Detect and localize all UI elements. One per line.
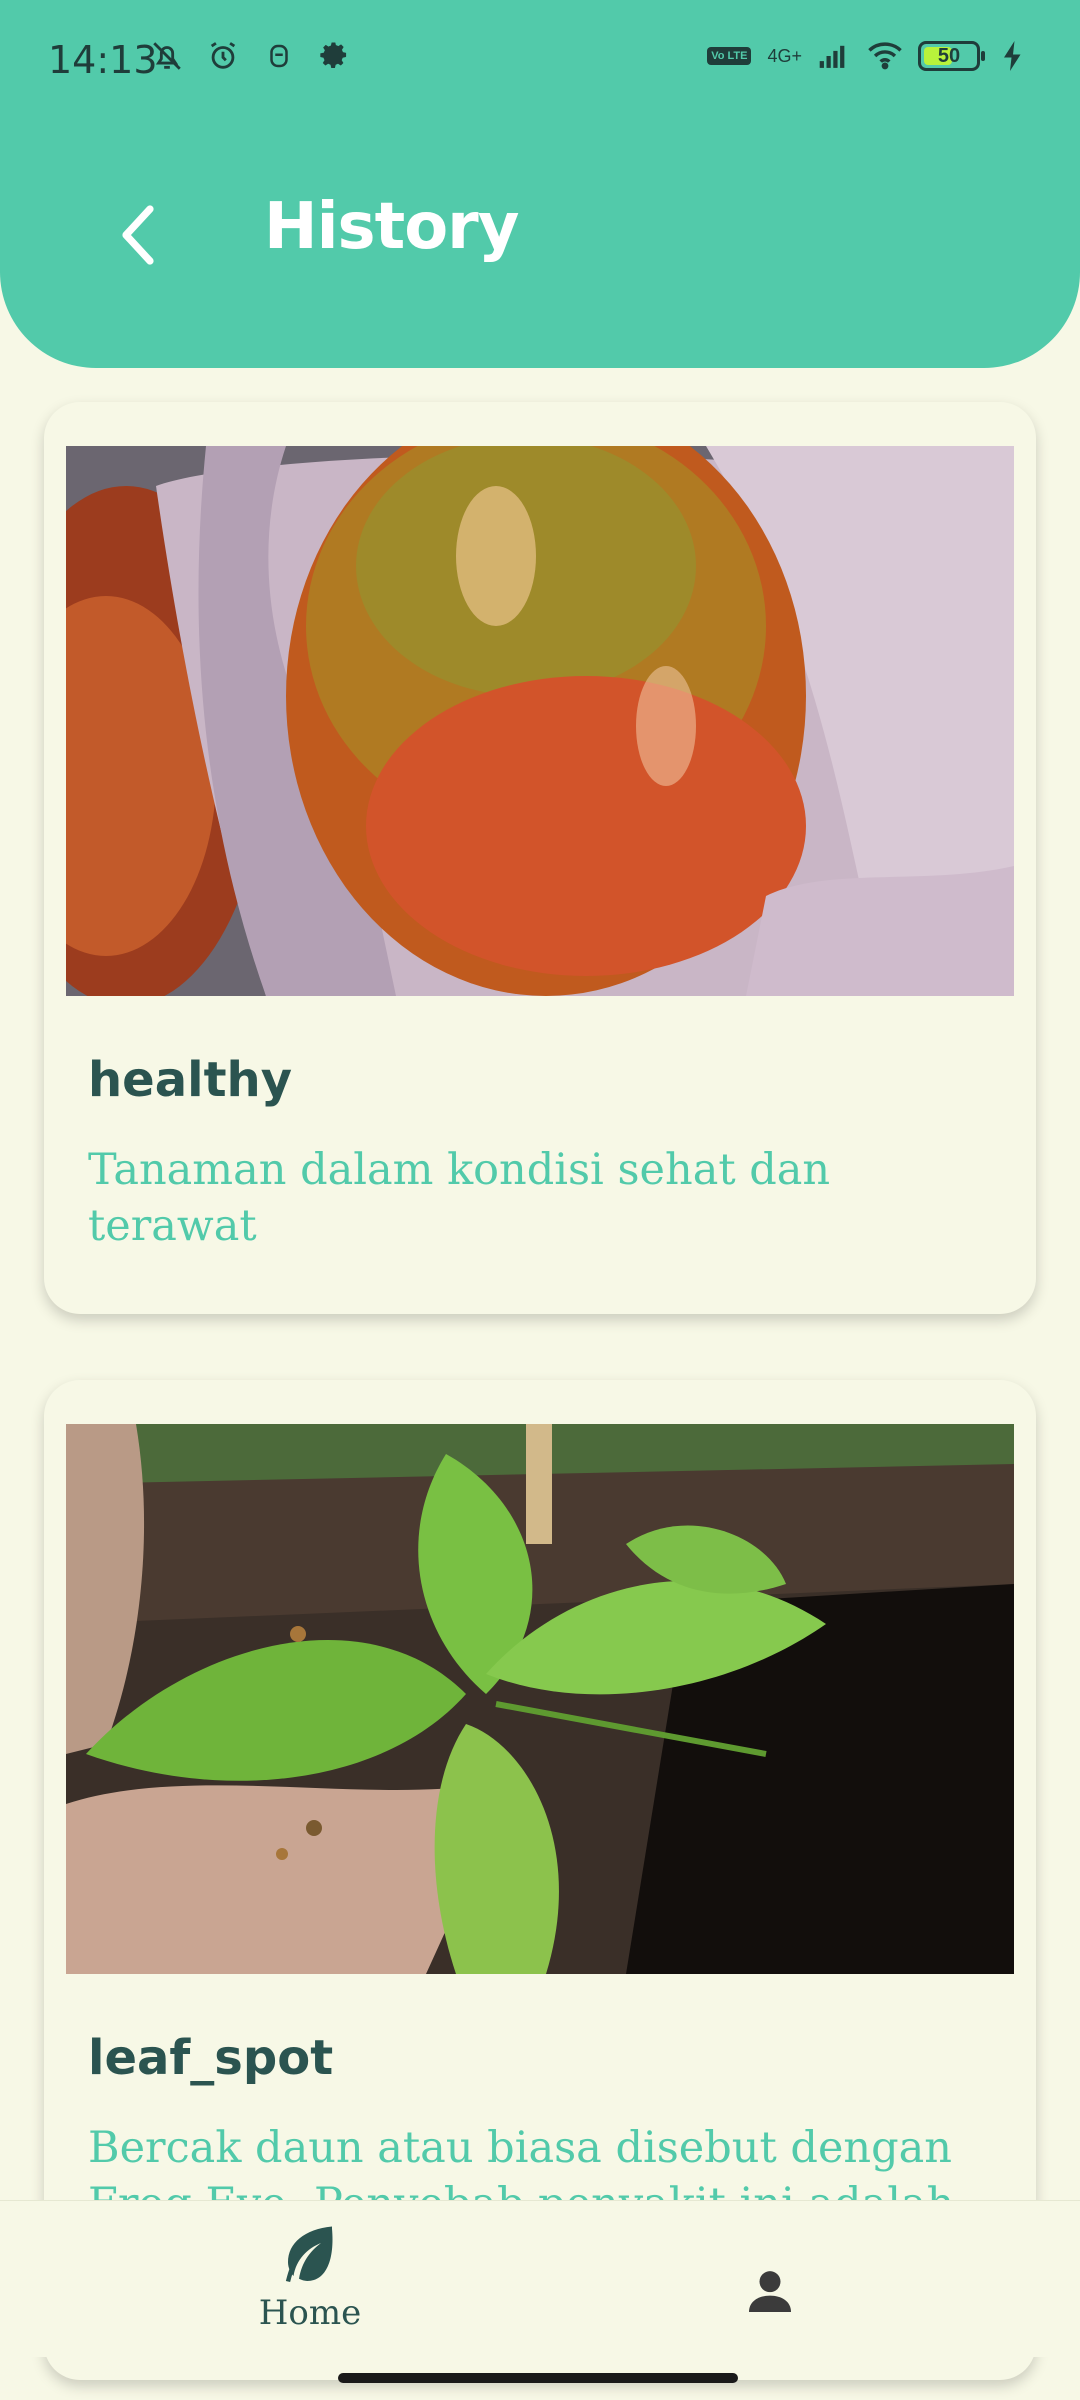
status-time: 14:13 — [48, 38, 158, 82]
back-button[interactable] — [108, 200, 168, 270]
person-icon — [749, 2271, 791, 2312]
history-card[interactable]: healthy Tanaman dalam kondisi sehat dan … — [44, 402, 1036, 1314]
chili-leaf-photo — [66, 1424, 1014, 1974]
battery-icon: 50 — [918, 41, 985, 71]
nav-home-tab[interactable]: Home — [240, 2221, 380, 2351]
history-card-description: Tanaman dalam kondisi sehat dan terawat — [88, 1145, 831, 1251]
status-bar: 14:13 Vo LTE 4G+ 50 — [0, 0, 1080, 120]
app-notification-icon — [262, 38, 296, 74]
status-notification-icons — [150, 38, 352, 74]
history-card-title: leaf_spot — [88, 2030, 334, 2086]
volte-icon: Vo LTE — [707, 47, 752, 65]
bottom-navigation: Home — [0, 2200, 1080, 2357]
network-type: 4G+ — [767, 46, 802, 66]
status-system-icons: Vo LTE 4G+ 50 — [707, 38, 1030, 74]
nav-home-label: Home — [258, 2293, 362, 2333]
home-indicator[interactable] — [338, 2373, 738, 2383]
tomato-photo — [66, 446, 1014, 996]
wifi-icon — [868, 38, 902, 74]
page-title: History — [264, 190, 519, 264]
history-card-image — [66, 446, 1014, 996]
chevron-left-icon — [122, 205, 154, 265]
signal-icon — [818, 38, 852, 74]
gear-icon — [318, 38, 352, 74]
battery-level: 50 — [937, 44, 961, 67]
app-header: 14:13 Vo LTE 4G+ 50 History — [0, 0, 1080, 368]
leaf-icon — [285, 2226, 333, 2283]
nav-profile-tab[interactable] — [730, 2251, 810, 2331]
charging-icon — [996, 38, 1030, 74]
history-card-title: healthy — [88, 1052, 292, 1108]
history-card-image — [66, 1424, 1014, 1974]
alarm-icon — [206, 38, 240, 74]
bell-off-icon — [150, 38, 184, 74]
